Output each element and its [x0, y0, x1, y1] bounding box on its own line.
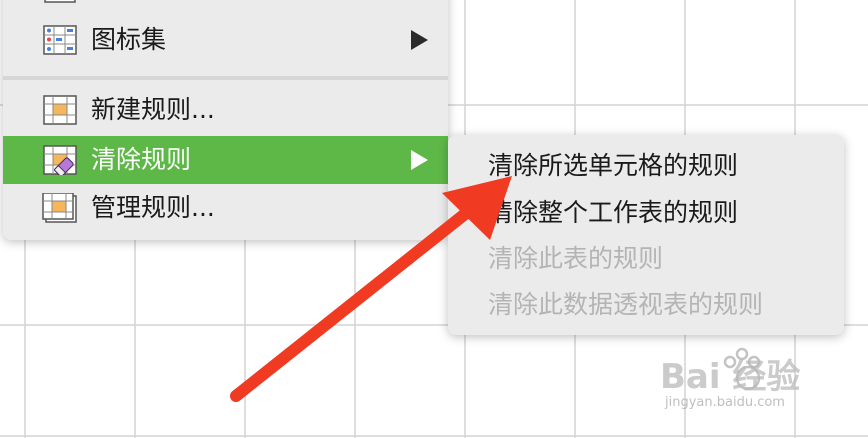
menu-item-new-rule[interactable]: 新建规则...: [3, 86, 448, 134]
svg-text:Bai 经验: Bai 经验: [660, 357, 800, 397]
clear-rules-submenu: 清除所选单元格的规则 清除整个工作表的规则 清除此表的规则 清除此数据透视表的规…: [448, 135, 844, 335]
menu-item-label: 清除规则: [91, 145, 192, 174]
menu-separator: [3, 76, 448, 80]
menu-item-label: 新建规则...: [91, 95, 215, 124]
submenu-item-clear-entire-sheet[interactable]: 清除整个工作表的规则: [488, 197, 738, 229]
menu-item-icon-sets[interactable]: 图标集: [3, 16, 448, 64]
menu-item-clear-rules[interactable]: 清除规则: [3, 136, 448, 184]
conditional-format-menu: 图标集 新建规则... 清除规则 管理规则...: [3, 0, 448, 240]
menu-item-label: 管理规则...: [91, 193, 215, 222]
menu-item-label: 图标集: [91, 25, 167, 54]
baidu-jingyan-watermark-logo: Bai 经验: [660, 347, 800, 397]
submenu-item-clear-selected-cells[interactable]: 清除所选单元格的规则: [488, 150, 738, 182]
color-scale-icon: [44, 0, 76, 3]
menu-item-manage-rules[interactable]: 管理规则...: [3, 184, 448, 232]
submenu-item-clear-pivot-table: 清除此数据透视表的规则: [488, 290, 764, 319]
submenu-arrow-icon: [411, 30, 428, 50]
watermark-url: jingyan.baidu.com: [665, 395, 785, 410]
manage-rules-icon: [42, 193, 77, 223]
clear-rules-icon: [43, 145, 77, 175]
submenu-arrow-icon: [411, 150, 428, 170]
new-rule-icon: [43, 95, 77, 125]
icon-sets-icon: [43, 25, 77, 55]
submenu-item-clear-this-table: 清除此表的规则: [488, 244, 664, 273]
menu-item-partial-top[interactable]: [3, 0, 448, 6]
